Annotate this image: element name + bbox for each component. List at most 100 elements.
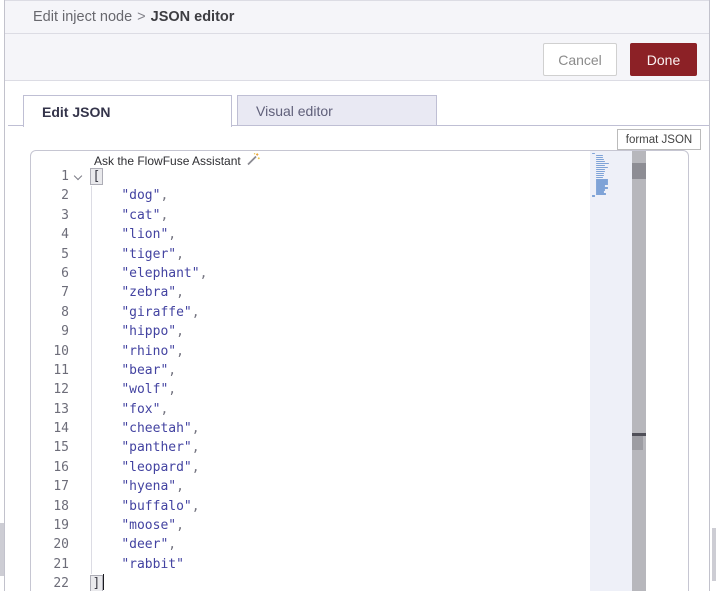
code-line[interactable]: 12 "wolf", <box>31 380 631 399</box>
code-content[interactable]: "rabbit" <box>90 555 184 574</box>
comma: , <box>191 440 200 456</box>
line-number[interactable]: 17 <box>31 477 69 496</box>
code-line[interactable]: 19 "moose", <box>31 516 631 535</box>
minimap[interactable] <box>590 151 632 591</box>
line-number[interactable]: 11 <box>31 361 69 380</box>
line-number[interactable]: 20 <box>31 535 69 554</box>
tab-edit-json[interactable]: Edit JSON <box>23 95 232 127</box>
line-number[interactable]: 18 <box>31 497 69 516</box>
line-number[interactable]: 21 <box>31 555 69 574</box>
comma: , <box>160 401 169 417</box>
left-page-scrollbar[interactable] <box>0 523 4 576</box>
code-content[interactable]: "elephant", <box>90 264 207 283</box>
comma: , <box>176 324 184 340</box>
code-content[interactable]: "zebra", <box>90 283 184 302</box>
code-content[interactable]: "cheetah", <box>90 419 200 438</box>
code-content[interactable]: "fox", <box>90 400 168 419</box>
json-string: "panther" <box>121 440 192 456</box>
line-number[interactable]: 8 <box>31 303 69 322</box>
gutter-fold-column <box>69 342 90 361</box>
gutter-fold-column <box>69 303 90 322</box>
comma: , <box>176 246 184 262</box>
code-line[interactable]: 1[ <box>31 167 631 186</box>
gutter-fold-column <box>69 206 90 225</box>
line-number[interactable]: 14 <box>31 419 69 438</box>
breadcrumb-parent[interactable]: Edit inject node <box>33 9 132 25</box>
line-number[interactable]: 10 <box>31 342 69 361</box>
tab-edit-json-label: Edit JSON <box>42 103 111 120</box>
line-number[interactable]: 9 <box>31 322 69 341</box>
code-content[interactable]: "hyena", <box>90 477 184 496</box>
chevron-down-icon[interactable] <box>73 171 83 181</box>
code-line[interactable]: 11 "bear", <box>31 361 631 380</box>
code-content[interactable]: "bear", <box>90 361 176 380</box>
code-line[interactable]: 15 "panther", <box>31 438 631 457</box>
comma: , <box>191 421 200 437</box>
comma: , <box>199 265 208 281</box>
json-string: "lion" <box>121 227 169 243</box>
line-number[interactable]: 22 <box>31 574 69 591</box>
code-line[interactable]: 16 "leopard", <box>31 458 631 477</box>
code-content[interactable]: "wolf", <box>90 380 176 399</box>
code-content[interactable]: "lion", <box>90 225 176 244</box>
code-line[interactable]: 10 "rhino", <box>31 342 631 361</box>
comma: , <box>176 479 184 495</box>
code-line[interactable]: 22] <box>31 574 631 591</box>
format-json-button[interactable]: format JSON <box>617 129 701 150</box>
gutter-fold-column <box>69 361 90 380</box>
line-number[interactable]: 15 <box>31 438 69 457</box>
line-number[interactable]: 3 <box>31 206 69 225</box>
line-number[interactable]: 13 <box>31 400 69 419</box>
code-line[interactable]: 9 "hippo", <box>31 322 631 341</box>
code-line[interactable]: 2 "dog", <box>31 186 631 205</box>
assistant-hint-button[interactable]: Ask the FlowFuse Assistant <box>94 152 260 168</box>
json-string: "bear" <box>121 362 169 378</box>
line-number[interactable]: 1 <box>31 167 69 186</box>
tab-visual-editor[interactable]: Visual editor <box>237 95 437 126</box>
code-line[interactable]: 5 "tiger", <box>31 245 631 264</box>
line-number[interactable]: 5 <box>31 245 69 264</box>
code-line[interactable]: 8 "giraffe", <box>31 303 631 322</box>
code-line[interactable]: 17 "hyena", <box>31 477 631 496</box>
line-number[interactable]: 7 <box>31 283 69 302</box>
code-line[interactable]: 14 "cheetah", <box>31 419 631 438</box>
line-number[interactable]: 19 <box>31 516 69 535</box>
code-content[interactable]: "moose", <box>90 516 184 535</box>
code-content[interactable]: "rhino", <box>90 342 184 361</box>
code-line[interactable]: 6 "elephant", <box>31 264 631 283</box>
code-line[interactable]: 7 "zebra", <box>31 283 631 302</box>
gutter-fold-column <box>69 555 90 574</box>
code-line[interactable]: 4 "lion", <box>31 225 631 244</box>
line-number[interactable]: 4 <box>31 225 69 244</box>
code-content[interactable]: "leopard", <box>90 458 199 477</box>
code-content[interactable]: "giraffe", <box>90 303 199 322</box>
line-number[interactable]: 12 <box>31 380 69 399</box>
code-content[interactable]: "panther", <box>90 438 200 457</box>
code-content[interactable]: "buffalo", <box>90 497 199 516</box>
code-line[interactable]: 21 "rabbit" <box>31 555 631 574</box>
code-content[interactable]: "hippo", <box>90 322 184 341</box>
cancel-button[interactable]: Cancel <box>543 43 617 76</box>
gutter-fold-column <box>69 167 90 186</box>
minimap-line-mark <box>592 153 595 155</box>
code-content[interactable]: "tiger", <box>90 245 184 264</box>
code-editor[interactable]: Ask the FlowFuse Assistant 1[2 "dog", 3 "… <box>30 150 689 591</box>
right-page-scrollbar[interactable] <box>712 528 716 581</box>
line-number[interactable]: 16 <box>31 458 69 477</box>
code-content[interactable]: ] <box>90 574 105 591</box>
code-line[interactable]: 3 "cat", <box>31 206 631 225</box>
line-number[interactable]: 6 <box>31 264 69 283</box>
code-line[interactable]: 20 "deer", <box>31 535 631 554</box>
code-content[interactable]: "dog", <box>90 186 168 205</box>
json-string: "deer" <box>121 537 169 553</box>
code-content[interactable]: "deer", <box>90 535 176 554</box>
editor-scrollbar-track[interactable] <box>632 151 646 591</box>
code-line[interactable]: 18 "buffalo", <box>31 497 631 516</box>
code-content[interactable]: [ <box>90 167 103 186</box>
line-number[interactable]: 2 <box>31 186 69 205</box>
editor-scrollbar-thumb[interactable] <box>632 163 646 179</box>
done-button[interactable]: Done <box>630 43 697 76</box>
code-line[interactable]: 13 "fox", <box>31 400 631 419</box>
code-content[interactable]: "cat", <box>90 206 168 225</box>
comma: , <box>168 537 177 553</box>
